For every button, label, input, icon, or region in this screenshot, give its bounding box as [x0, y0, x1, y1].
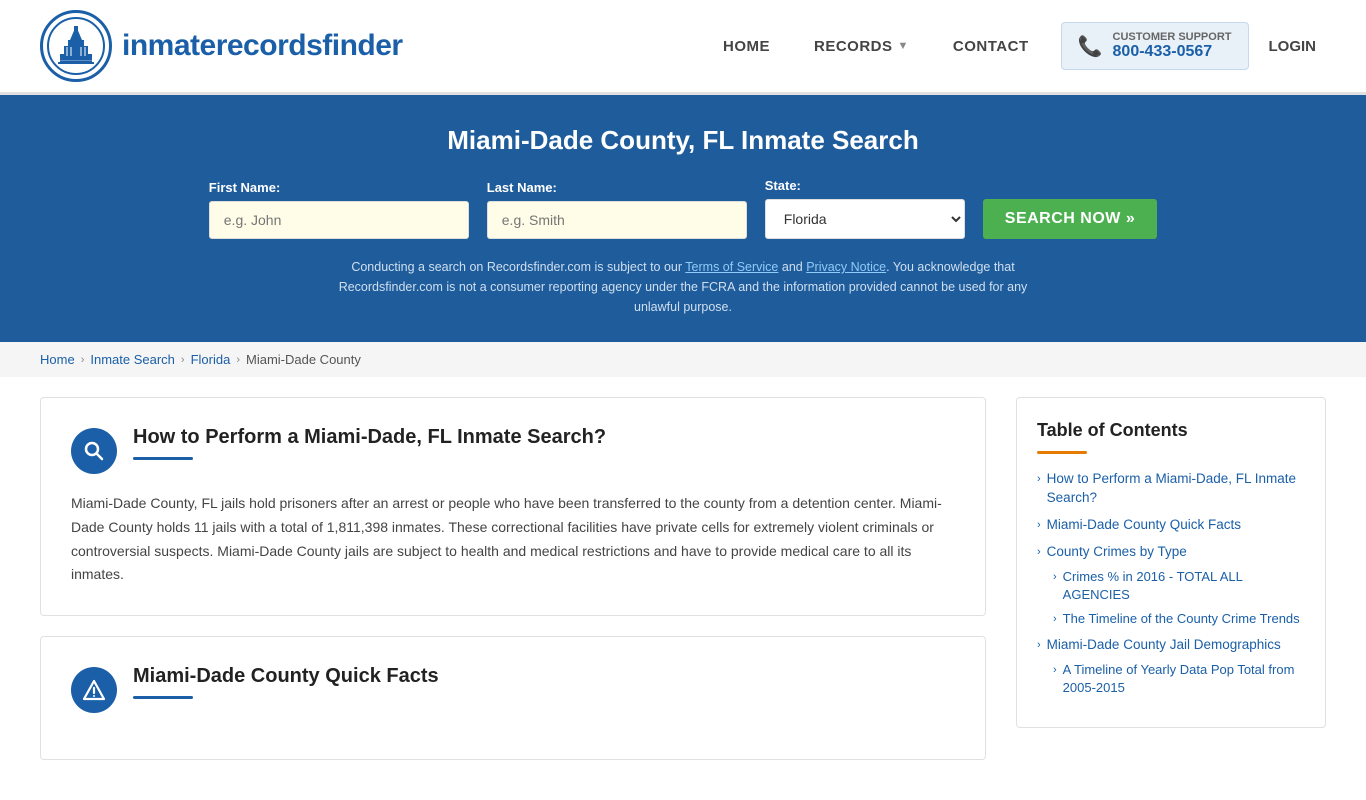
toc-sublist-crimes: › Crimes % in 2016 - TOTAL ALL AGENCIES …	[1037, 568, 1305, 629]
breadcrumb-home[interactable]: Home	[40, 352, 75, 367]
terms-link[interactable]: Terms of Service	[685, 260, 778, 274]
logo-area: inmaterecordsfinder	[40, 10, 403, 82]
main-content: How to Perform a Miami-Dade, FL Inmate S…	[0, 377, 1366, 800]
toc-link-0[interactable]: › How to Perform a Miami-Dade, FL Inmate…	[1037, 470, 1305, 508]
last-name-group: Last Name:	[487, 180, 747, 239]
breadcrumb-sep-3: ›	[236, 354, 240, 366]
chevron-right-icon: ›	[1053, 570, 1057, 585]
search-form: First Name: Last Name: State: Florida Al…	[40, 178, 1326, 239]
info-icon-circle	[71, 667, 117, 713]
login-button[interactable]: LOGIN	[1259, 28, 1327, 65]
content-area: How to Perform a Miami-Dade, FL Inmate S…	[40, 397, 1016, 780]
section-title-1: How to Perform a Miami-Dade, FL Inmate S…	[133, 426, 606, 449]
toc-link-1[interactable]: › Miami-Dade County Quick Facts	[1037, 516, 1305, 535]
page-title: Miami-Dade County, FL Inmate Search	[40, 125, 1326, 156]
section-divider-1	[133, 457, 193, 460]
breadcrumb-sep-2: ›	[181, 354, 185, 366]
section-title-2: Miami-Dade County Quick Facts	[133, 665, 439, 688]
toc-link-4[interactable]: › The Timeline of the County Crime Trend…	[1053, 610, 1305, 628]
toc-item-0: › How to Perform a Miami-Dade, FL Inmate…	[1037, 470, 1305, 508]
logo-icon	[40, 10, 112, 82]
first-name-label: First Name:	[209, 180, 281, 195]
section-title-wrapper-2: Miami-Dade County Quick Facts	[133, 665, 439, 699]
last-name-input[interactable]	[487, 201, 747, 239]
phone-icon: 📞	[1078, 34, 1103, 59]
toc-box: Table of Contents › How to Perform a Mia…	[1016, 397, 1326, 728]
toc-link-2[interactable]: › County Crimes by Type	[1037, 543, 1305, 562]
section-body-1: Miami-Dade County, FL jails hold prisone…	[71, 492, 955, 587]
nav-home[interactable]: HOME	[701, 28, 792, 65]
site-header: inmaterecordsfinder HOME RECORDS ▼ CONTA…	[0, 0, 1366, 95]
search-hero: Miami-Dade County, FL Inmate Search Firs…	[0, 95, 1366, 342]
section-title-wrapper-1: How to Perform a Miami-Dade, FL Inmate S…	[133, 426, 606, 460]
toc-sublist-demographics: › A Timeline of Yearly Data Pop Total fr…	[1037, 661, 1305, 697]
breadcrumb-sep-1: ›	[81, 354, 85, 366]
how-to-section: How to Perform a Miami-Dade, FL Inmate S…	[40, 397, 986, 616]
state-label: State:	[765, 178, 801, 193]
customer-support-box: 📞 CUSTOMER SUPPORT 800-433-0567	[1061, 22, 1249, 70]
section-header-2: Miami-Dade County Quick Facts	[71, 665, 955, 713]
chevron-right-icon: ›	[1053, 612, 1057, 627]
toc-divider	[1037, 451, 1087, 454]
toc-item-2: › County Crimes by Type › Crimes % in 20…	[1037, 543, 1305, 628]
main-nav: HOME RECORDS ▼ CONTACT 📞 CUSTOMER SUPPOR…	[701, 22, 1326, 70]
section-header-1: How to Perform a Miami-Dade, FL Inmate S…	[71, 426, 955, 474]
toc-subitem-6: › A Timeline of Yearly Data Pop Total fr…	[1053, 661, 1305, 697]
breadcrumb-current: Miami-Dade County	[246, 352, 361, 367]
toc-item-1: › Miami-Dade County Quick Facts	[1037, 516, 1305, 535]
state-group: State: Florida Alabama Alaska Arizona Ar…	[765, 178, 965, 239]
toc-link-5[interactable]: › Miami-Dade County Jail Demographics	[1037, 636, 1305, 655]
chevron-right-icon: ›	[1037, 545, 1041, 560]
chevron-right-icon: ›	[1053, 663, 1057, 678]
toc-link-6[interactable]: › A Timeline of Yearly Data Pop Total fr…	[1053, 661, 1305, 697]
toc-list: › How to Perform a Miami-Dade, FL Inmate…	[1037, 470, 1305, 697]
nav-contact[interactable]: CONTACT	[931, 28, 1051, 65]
search-icon-circle	[71, 428, 117, 474]
first-name-input[interactable]	[209, 201, 469, 239]
support-info: CUSTOMER SUPPORT 800-433-0567	[1113, 31, 1232, 61]
toc-subitem-4: › The Timeline of the County Crime Trend…	[1053, 610, 1305, 628]
chevron-right-icon: ›	[1037, 638, 1041, 653]
quick-facts-section: Miami-Dade County Quick Facts	[40, 636, 986, 760]
state-select[interactable]: Florida Alabama Alaska Arizona Arkansas …	[765, 199, 965, 239]
chevron-right-icon: ›	[1037, 518, 1041, 533]
search-button[interactable]: SEARCH NOW »	[983, 199, 1157, 239]
toc-link-3[interactable]: › Crimes % in 2016 - TOTAL ALL AGENCIES	[1053, 568, 1305, 604]
privacy-link[interactable]: Privacy Notice	[806, 260, 886, 274]
section-divider-2	[133, 696, 193, 699]
chevron-right-icon: ›	[1037, 472, 1041, 487]
last-name-label: Last Name:	[487, 180, 557, 195]
breadcrumb: Home › Inmate Search › Florida › Miami-D…	[0, 342, 1366, 377]
nav-records[interactable]: RECORDS ▼	[792, 28, 931, 65]
sidebar: Table of Contents › How to Perform a Mia…	[1016, 397, 1326, 780]
chevron-down-icon: ▼	[898, 40, 909, 52]
logo-text: inmaterecordsfinder	[122, 29, 403, 63]
first-name-group: First Name:	[209, 180, 469, 239]
toc-title: Table of Contents	[1037, 420, 1305, 441]
toc-subitem-3: › Crimes % in 2016 - TOTAL ALL AGENCIES	[1053, 568, 1305, 604]
search-disclaimer: Conducting a search on Recordsfinder.com…	[333, 257, 1033, 317]
breadcrumb-florida[interactable]: Florida	[191, 352, 231, 367]
toc-item-5: › Miami-Dade County Jail Demographics › …	[1037, 636, 1305, 697]
breadcrumb-inmate-search[interactable]: Inmate Search	[90, 352, 175, 367]
